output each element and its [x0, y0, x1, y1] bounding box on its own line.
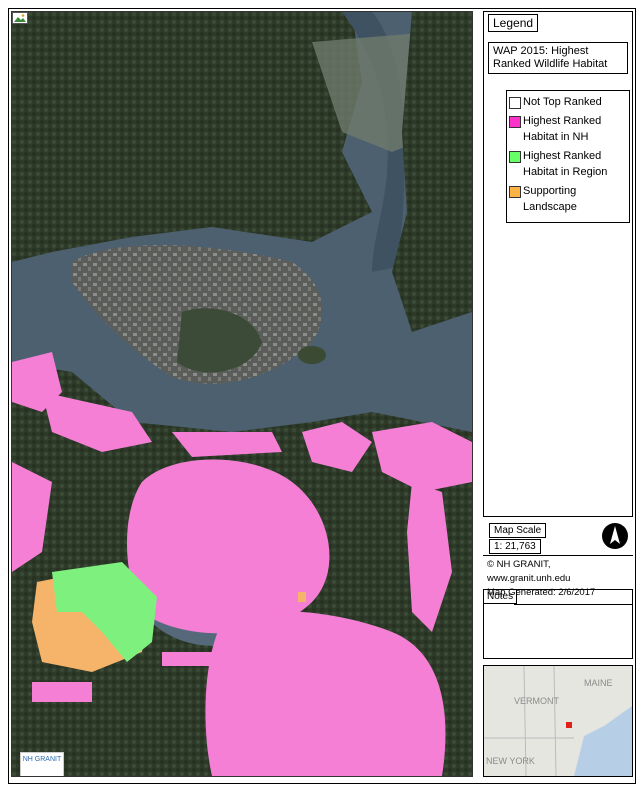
map-view[interactable]: NH GRANIT [11, 11, 473, 777]
legend-swatch-habitat-region [509, 151, 521, 163]
notes-label: Notes [484, 590, 518, 604]
legend-swatch-not-top-ranked [509, 97, 521, 109]
north-arrow-icon [602, 523, 628, 549]
legend-box: Legend WAP 2015: Highest Ranked Wildlife… [483, 11, 633, 517]
legend-item-label: Highest Ranked Habitat in NH [523, 115, 602, 143]
credit-text: © NH GRANIT, www.granit.unh.edu [487, 559, 571, 584]
legend-items: Not Top Ranked Highest Ranked Habitat in… [506, 90, 630, 223]
legend-item-label: Supporting Landscape [523, 185, 577, 213]
inset-label-new-york: NEW YORK [486, 756, 535, 766]
aerial-map-canvas[interactable] [12, 12, 472, 776]
map-scale-label: Map Scale [489, 523, 547, 538]
nh-granit-logo: NH GRANIT [20, 752, 64, 776]
layer-title: WAP 2015: Highest Ranked Wildlife Habita… [488, 42, 628, 74]
inset-label-maine: MAINE [584, 678, 613, 688]
legend-item-supporting-landscape: Supporting Landscape [507, 183, 629, 215]
legend-item-label: Not Top Ranked [523, 96, 602, 108]
locator-inset-map[interactable]: VERMONT MAINE NEW YORK [483, 665, 633, 777]
legend-item-label: Highest Ranked Habitat in Region [523, 150, 608, 178]
legend-title: Legend [488, 14, 539, 32]
map-image-icon [12, 12, 28, 24]
inset-label-vermont: VERMONT [514, 696, 560, 706]
map-scale-value: 1: 21,763 [489, 539, 541, 554]
legend-item-habitat-region: Highest Ranked Habitat in Region [507, 148, 629, 180]
legend-item-not-top-ranked: Not Top Ranked [507, 94, 629, 110]
map-info: © NH GRANIT, www.granit.unh.edu Map Gene… [483, 555, 633, 598]
logo-text: NH GRANIT [22, 756, 62, 763]
location-marker [566, 722, 572, 728]
legend-swatch-supporting-landscape [509, 186, 521, 198]
islet [298, 346, 326, 364]
inset-map-canvas: VERMONT MAINE NEW YORK [484, 666, 632, 776]
legend-item-habitat-nh: Highest Ranked Habitat in NH [507, 113, 629, 145]
notes-title-line [514, 590, 632, 605]
legend-swatch-habitat-nh [509, 116, 521, 128]
legend-panel: Legend WAP 2015: Highest Ranked Wildlife… [483, 11, 633, 777]
notes-box: Notes [483, 589, 633, 659]
